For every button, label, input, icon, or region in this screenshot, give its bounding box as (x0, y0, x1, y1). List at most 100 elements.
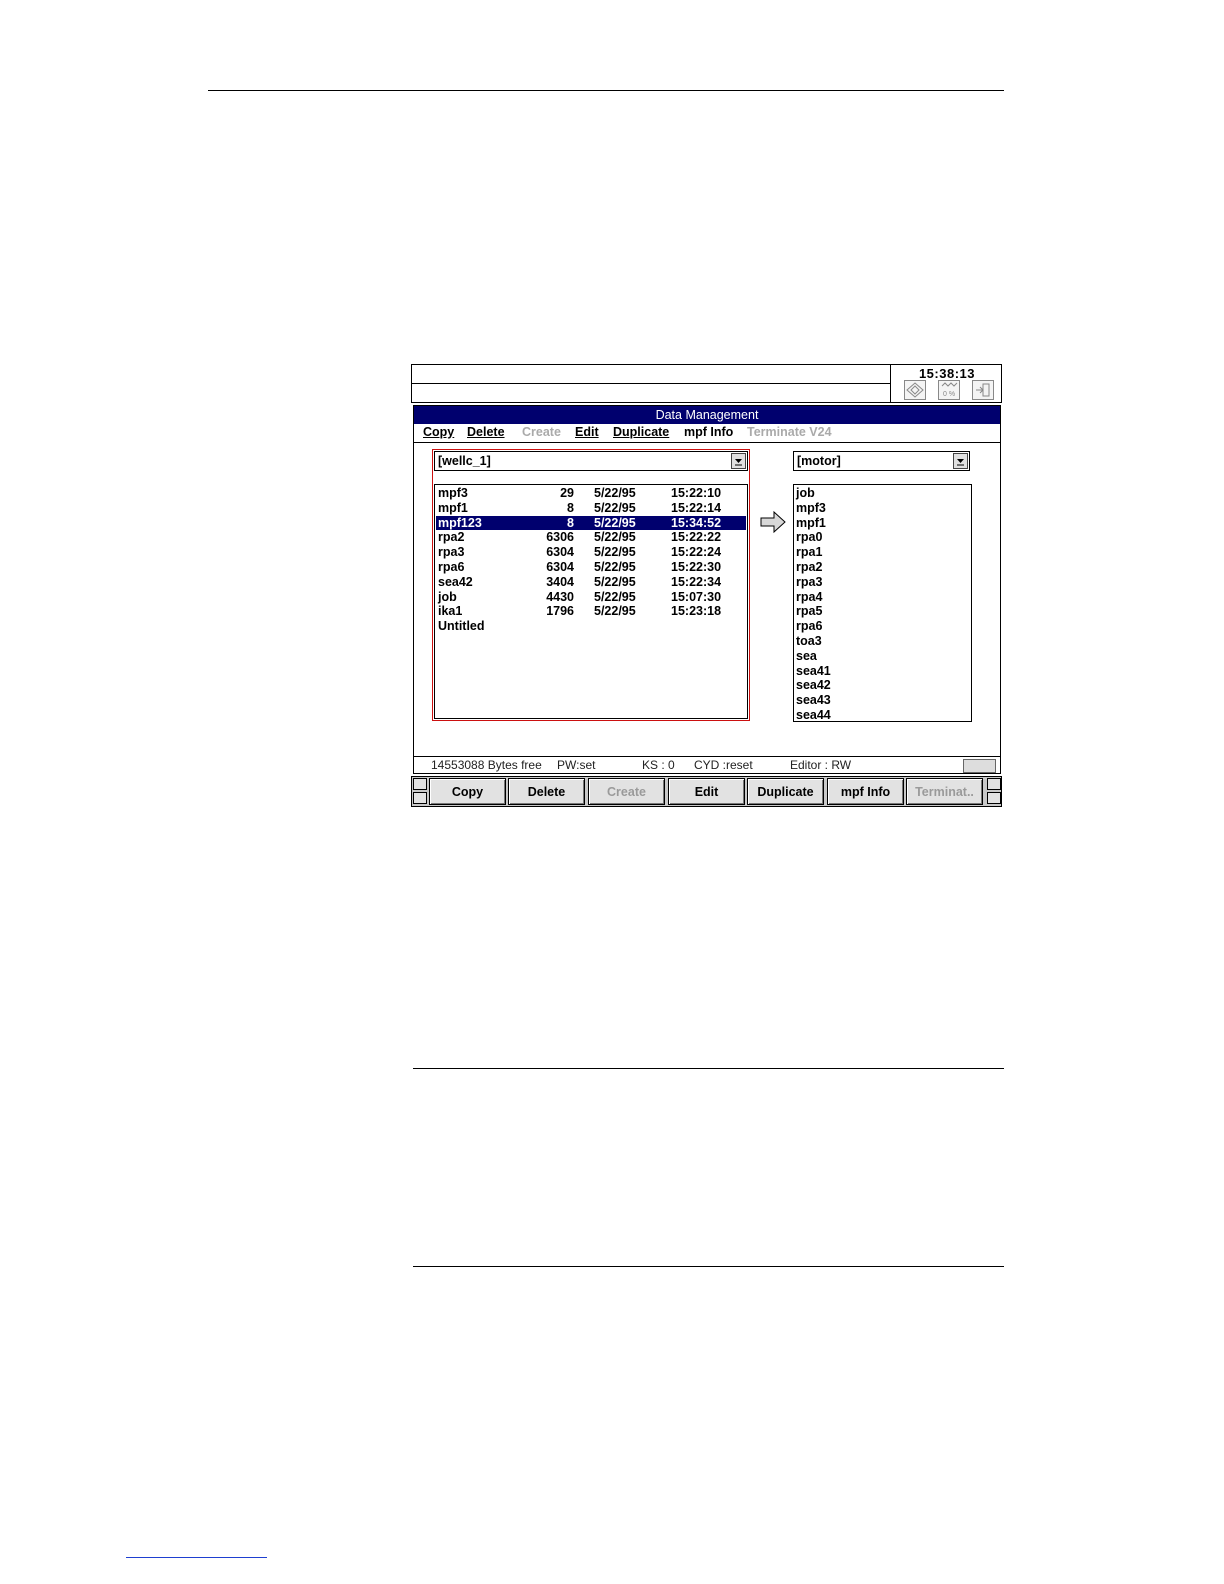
file-name: rpa2 (438, 530, 465, 545)
file-time: 15:07:30 (671, 589, 722, 604)
file-time: 15:22:14 (671, 500, 722, 515)
list-item[interactable]: sea43 (796, 693, 831, 707)
list-item[interactable]: rpa4 (796, 590, 822, 604)
softkey-terminate: Terminat.. (906, 778, 983, 805)
table-row[interactable]: rpa6 6304 5/22/95 15:22:30 (436, 560, 746, 574)
softkey-delete[interactable]: Delete (508, 778, 585, 805)
softkey-edit[interactable]: Edit (668, 778, 745, 805)
table-row[interactable]: rpa2 6306 5/22/95 15:22:22 (436, 530, 746, 544)
file-name: mpf1 (438, 500, 468, 515)
copy-direction-arrow-icon (760, 510, 786, 534)
source-file-list[interactable]: mpf3 29 5/22/95 15:22:10 mpf1 8 5/22/95 15:22:1… (434, 484, 748, 719)
list-item[interactable]: rpa1 (796, 545, 822, 559)
header-clock-area: 15:38:13 0 % (891, 364, 1002, 403)
menu-terminate-v24: Terminate V24 (747, 425, 832, 439)
softkey-create: Create (588, 778, 665, 805)
dropdown-arrow-icon[interactable] (953, 453, 968, 469)
file-time: 15:22:34 (671, 574, 722, 589)
file-size: 8 (567, 500, 574, 515)
list-item[interactable]: job (796, 486, 815, 500)
file-time: 15:22:10 (671, 486, 722, 500)
file-size: 6304 (546, 560, 574, 574)
menu-edit[interactable]: Edit (575, 425, 599, 439)
menu-copy[interactable]: Copy (423, 425, 454, 439)
file-name: rpa6 (438, 560, 465, 574)
target-dropdown-value: [motor] (797, 454, 841, 468)
section-rule-2 (413, 1266, 1004, 1267)
footer-link-underline (126, 1557, 267, 1558)
exit-icon (972, 380, 994, 400)
file-time: 15:22:24 (671, 545, 722, 560)
file-date: 5/22/95 (594, 500, 636, 515)
page-top-rule (208, 90, 1004, 91)
list-item[interactable]: sea (796, 649, 817, 663)
table-row[interactable]: sea42 3404 5/22/95 15:22:34 (436, 575, 746, 589)
softkey-mpf-info[interactable]: mpf Info (827, 778, 904, 805)
list-item[interactable]: rpa2 (796, 560, 822, 574)
file-date: 5/22/95 (594, 574, 636, 589)
file-date: 5/22/95 (594, 604, 636, 619)
file-name: Untitled (438, 619, 485, 634)
file-name: mpf3 (438, 486, 468, 500)
window-title: Data Management (414, 406, 1000, 424)
softkey-left-edge[interactable] (413, 778, 427, 805)
file-name: mpf123 (438, 515, 482, 530)
clock: 15:38:13 (918, 366, 975, 381)
target-dropdown[interactable]: [motor] (793, 451, 970, 471)
file-size: 1796 (546, 604, 574, 619)
source-dropdown[interactable]: [wellc_1] (434, 451, 748, 471)
status-indicator (963, 759, 996, 773)
feed-override-icon: 0 % (938, 380, 960, 400)
file-name: sea42 (438, 574, 473, 589)
table-row[interactable]: job 4430 5/22/95 15:07:30 (436, 590, 746, 604)
file-name: ika1 (438, 604, 463, 619)
menu-duplicate[interactable]: Duplicate (613, 425, 669, 439)
list-item[interactable]: toa3 (796, 634, 822, 648)
status-pw: PW:set (557, 758, 596, 772)
file-name: rpa3 (438, 545, 465, 560)
softkey-right-edge[interactable] (987, 778, 1001, 805)
target-file-list[interactable]: job mpf3 mpf1 rpa0 rpa1 rpa2 rpa3 rpa4 rpa5 rpa6 t… (793, 484, 972, 722)
data-management-window: Data Management Copy Delete Create Edit … (413, 405, 1001, 757)
list-item[interactable]: rpa3 (796, 575, 822, 589)
file-date: 5/22/95 (594, 589, 636, 604)
list-item[interactable]: sea44 (796, 708, 831, 721)
table-row[interactable]: Untitled (436, 619, 746, 633)
source-dropdown-value: [wellc_1] (438, 454, 491, 468)
table-row[interactable]: mpf1 8 5/22/95 15:22:14 (436, 501, 746, 515)
status-bar: 14553088 Bytes free PW:set KS : 0 CYD :r… (413, 757, 1001, 774)
file-name: job (438, 589, 457, 604)
status-bytes-free: 14553088 Bytes free (431, 758, 542, 772)
table-row[interactable]: rpa3 6304 5/22/95 15:22:24 (436, 545, 746, 559)
menu-mpf-info[interactable]: mpf Info (684, 425, 733, 439)
status-ks: KS : 0 (642, 758, 675, 772)
table-row[interactable]: ika1 1796 5/22/95 15:23:18 (436, 604, 746, 618)
list-item[interactable]: mpf3 (796, 501, 826, 515)
softkey-copy[interactable]: Copy (429, 778, 506, 805)
file-size: 6304 (546, 545, 574, 560)
list-item[interactable]: rpa5 (796, 604, 822, 618)
list-item[interactable]: rpa6 (796, 619, 822, 633)
file-size: 6306 (546, 530, 574, 545)
svg-text:0 %: 0 % (943, 391, 955, 398)
file-size: 4430 (546, 589, 574, 604)
file-time: 15:34:52 (671, 515, 722, 530)
file-date: 5/22/95 (594, 560, 636, 574)
file-size: 8 (567, 515, 574, 530)
file-size: 29 (560, 486, 574, 500)
table-row[interactable]: mpf123 8 5/22/95 15:34:52 (436, 515, 746, 530)
table-row[interactable]: mpf3 29 5/22/95 15:22:10 (436, 486, 746, 500)
file-time: 15:22:30 (671, 560, 722, 574)
menu-delete[interactable]: Delete (467, 425, 505, 439)
list-item[interactable]: sea42 (796, 678, 831, 692)
file-size: 3404 (546, 574, 574, 589)
list-item[interactable]: mpf1 (796, 516, 826, 530)
list-item[interactable]: sea41 (796, 664, 831, 678)
status-editor: Editor : RW (790, 758, 852, 772)
file-date: 5/22/95 (594, 515, 636, 530)
softkey-duplicate[interactable]: Duplicate (747, 778, 824, 805)
softkey-bar: Copy Delete Create Edit Duplicate mpf In… (411, 776, 1002, 807)
list-item[interactable]: rpa0 (796, 530, 822, 544)
dropdown-arrow-icon[interactable] (731, 453, 746, 469)
section-rule-1 (413, 1068, 1004, 1069)
